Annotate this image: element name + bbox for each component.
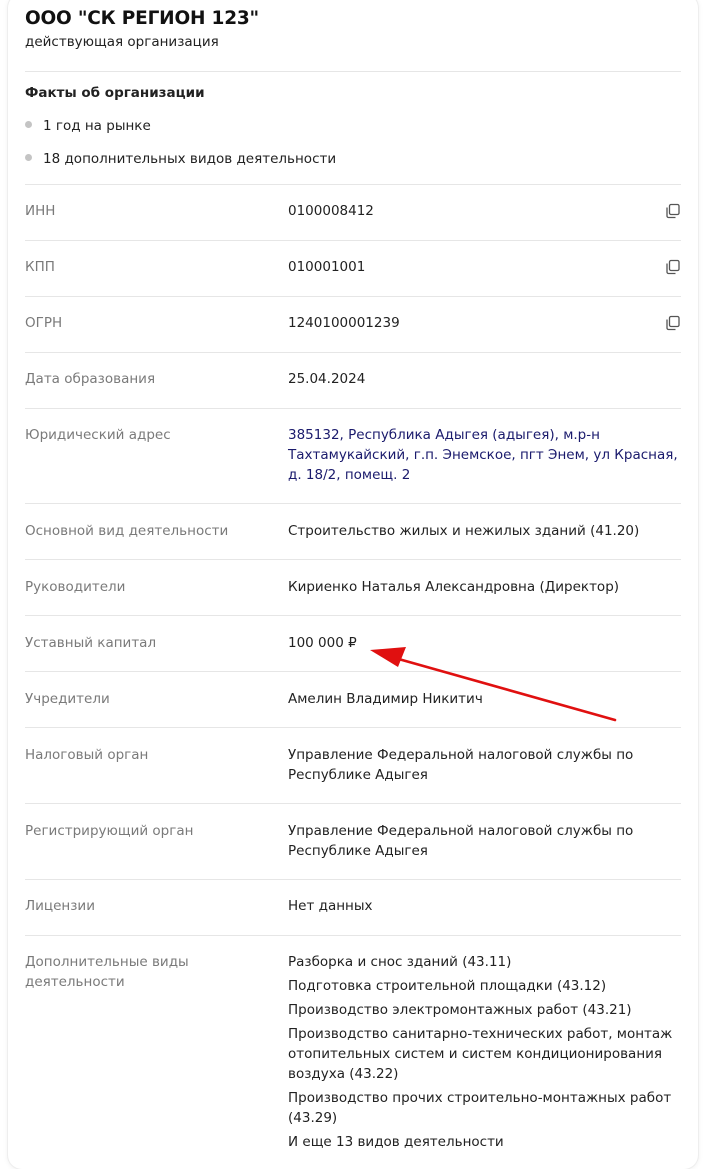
kpp-label: КПП <box>25 259 55 275</box>
registering-authority-label: Регистрирующий орган <box>25 823 194 839</box>
licenses-value: Нет данных <box>288 898 373 914</box>
divider <box>25 803 681 804</box>
extra-activities-label-line: Дополнительные виды <box>25 954 189 970</box>
divider <box>25 727 681 728</box>
managers-label: Руководители <box>25 579 126 595</box>
divider <box>25 615 681 616</box>
managers-value: Кириенко Наталья Александровна (Директор… <box>288 579 620 595</box>
ogrn-value: 1240100001239 <box>288 315 400 331</box>
fact-item-label: 1 год на рынке <box>43 118 151 134</box>
bullet-icon <box>25 154 32 161</box>
founders-value: Амелин Владимир Никитич <box>288 691 483 707</box>
divider <box>25 184 681 185</box>
divider <box>25 240 681 241</box>
extra-activities-label-line: деятельности <box>25 974 125 990</box>
divider <box>25 879 681 880</box>
main-activity-label: Основной вид деятельности <box>25 523 229 539</box>
founders-label: Учредители <box>25 691 110 707</box>
capital-label: Уставный капитал <box>25 635 157 651</box>
licenses-label: Лицензии <box>25 898 95 914</box>
facts-title: Факты об организации <box>25 85 205 101</box>
divider <box>25 71 681 72</box>
organization-status: действующая организация <box>25 34 219 50</box>
copy-icon[interactable] <box>665 203 681 219</box>
activity-item: Подготовка строительной площадки (43.12) <box>288 978 607 994</box>
activity-item: (43.29) <box>288 1110 338 1126</box>
divider <box>25 296 681 297</box>
extra-activities-label: Дополнительные виды деятельности <box>25 952 265 992</box>
extra-activities-list: Разборка и снос зданий (43.11) Подготовк… <box>288 952 678 1152</box>
kpp-value: 010001001 <box>288 259 366 275</box>
capital-value: 100 000 ₽ <box>288 635 357 651</box>
divider <box>25 559 681 560</box>
address-label: Юридический адрес <box>25 427 171 443</box>
tax-authority-label: Налоговый орган <box>25 747 149 763</box>
activity-item: Производство прочих строительно-монтажны… <box>288 1090 672 1106</box>
copy-icon[interactable] <box>665 315 681 331</box>
tax-authority-line: Республике Адыгея <box>288 767 428 783</box>
divider <box>25 671 681 672</box>
divider <box>25 408 681 409</box>
registering-authority-line: Управление Федеральной налоговой службы … <box>288 823 634 839</box>
divider <box>25 935 681 936</box>
address-link[interactable]: 385132, Республика Адыгея (адыгея), м.р-… <box>288 425 678 485</box>
activity-item: воздуха (43.22) <box>288 1066 399 1082</box>
activity-item: Разборка и снос зданий (43.11) <box>288 954 512 970</box>
bullet-icon <box>25 121 32 128</box>
address-line: 385132, Республика Адыгея (адыгея), м.р-… <box>288 427 600 443</box>
founded-label: Дата образования <box>25 371 156 387</box>
registering-authority-line: Республике Адыгея <box>288 843 428 859</box>
address-line: д. 18/2, помещ. 2 <box>288 467 411 483</box>
more-activities-link[interactable]: И еще 13 видов деятельности <box>288 1132 678 1152</box>
tax-authority-line: Управление Федеральной налоговой службы … <box>288 747 634 763</box>
ogrn-label: ОГРН <box>25 315 63 331</box>
divider <box>25 352 681 353</box>
fact-item-activities: 18 дополнительных видов деятельности <box>25 151 336 167</box>
address-line: Тахтамукайский, г.п. Энемское, пгт Энем,… <box>288 447 678 463</box>
registering-authority-value: Управление Федеральной налоговой службы … <box>288 821 678 861</box>
main-activity-value: Строительство жилых и нежилых зданий (41… <box>288 523 640 539</box>
activity-item: Производство санитарно-технических работ… <box>288 1026 673 1042</box>
founded-value: 25.04.2024 <box>288 371 366 387</box>
divider <box>25 503 681 504</box>
inn-value: 0100008412 <box>288 203 374 219</box>
fact-item-years: 1 год на рынке <box>25 118 151 134</box>
organization-name: ООО "СК РЕГИОН 123" <box>25 8 259 29</box>
activity-item: Производство электромонтажных работ (43.… <box>288 1002 632 1018</box>
activity-item: отопительных систем и систем кондиционир… <box>288 1046 663 1062</box>
fact-item-label: 18 дополнительных видов деятельности <box>43 151 337 167</box>
copy-icon[interactable] <box>665 259 681 275</box>
inn-label: ИНН <box>25 203 56 219</box>
tax-authority-value: Управление Федеральной налоговой службы … <box>288 745 678 785</box>
